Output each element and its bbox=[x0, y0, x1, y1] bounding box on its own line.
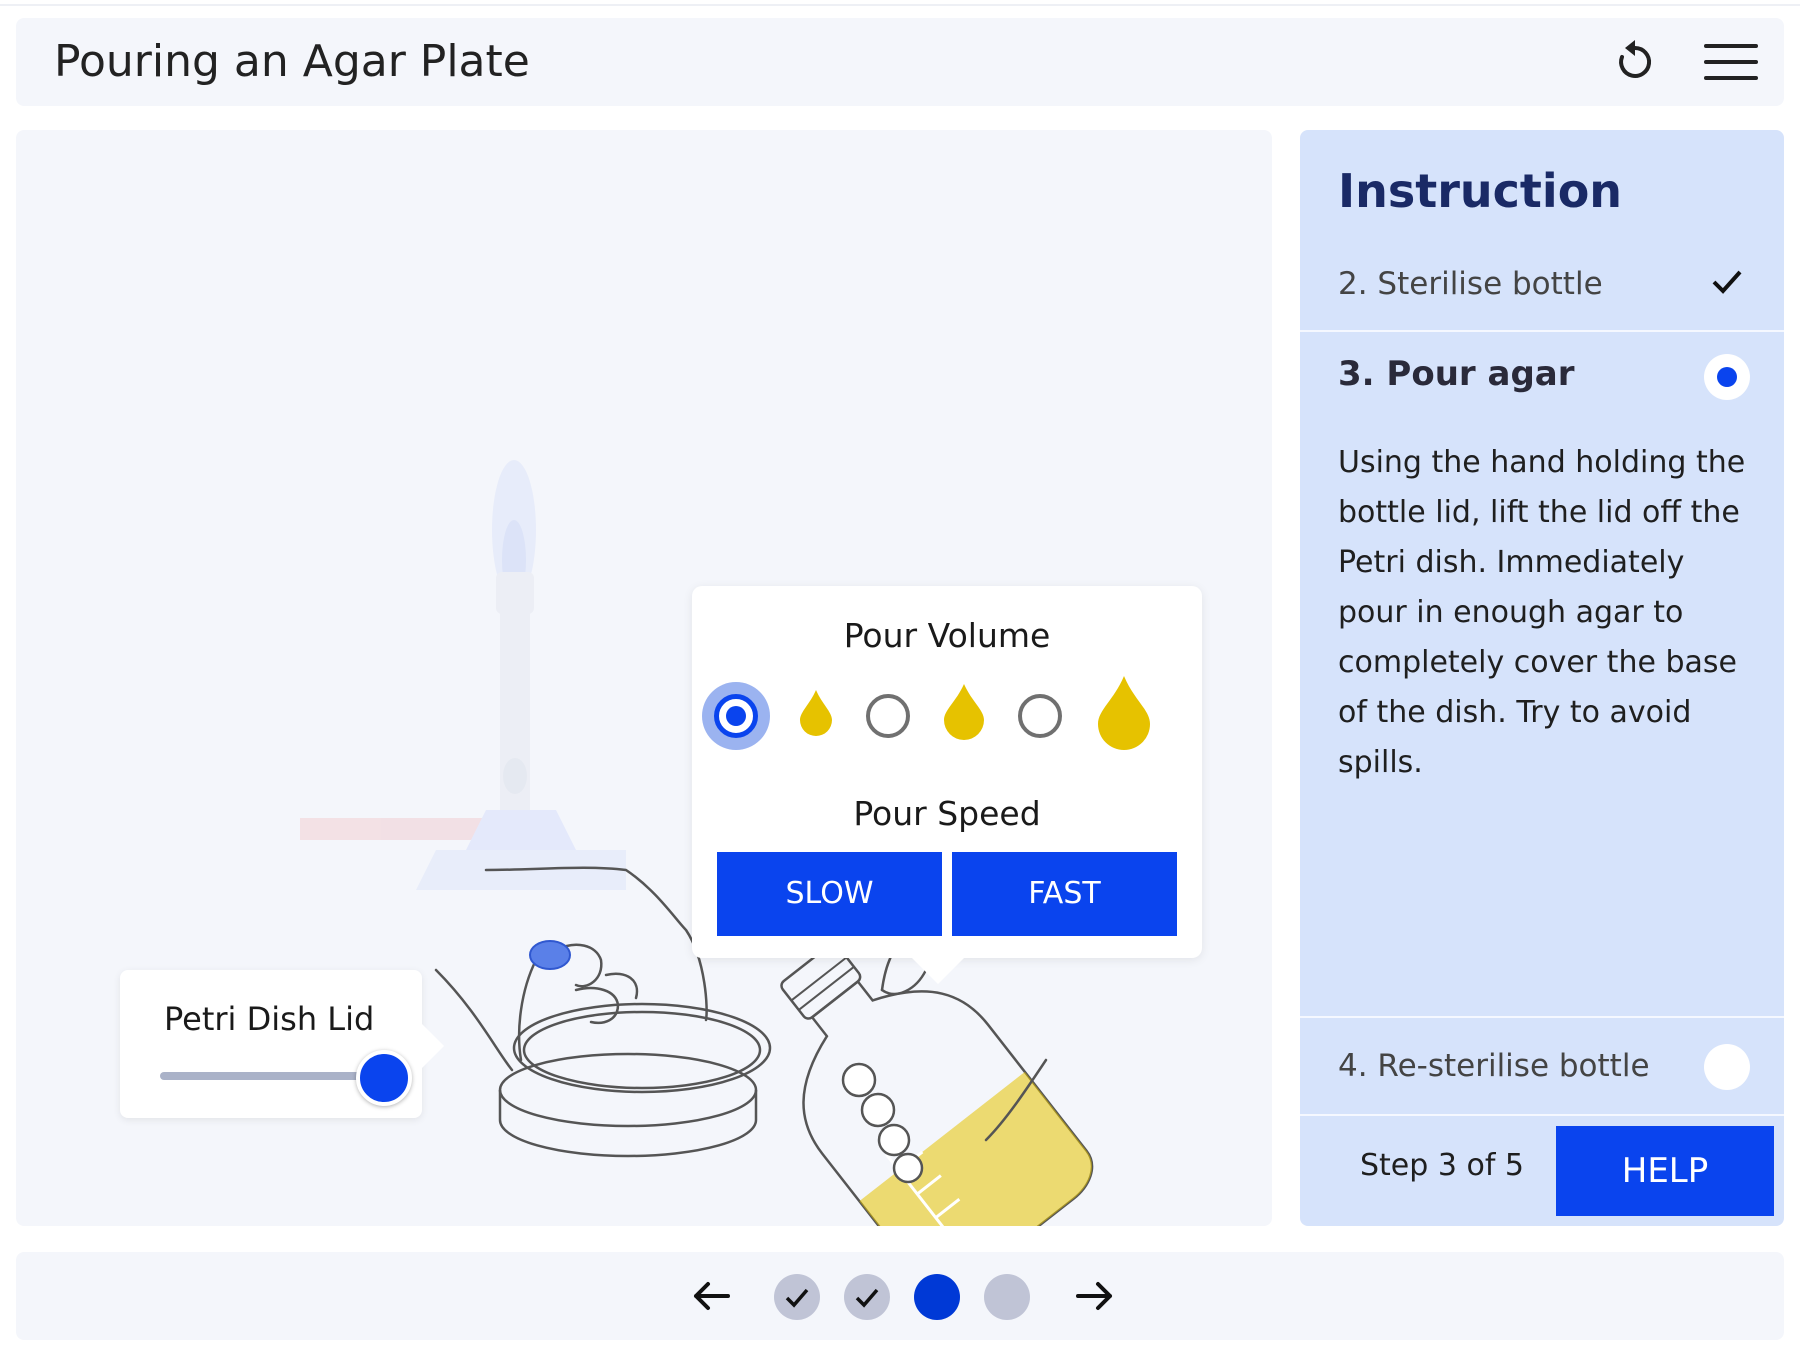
medium-drop-icon bbox=[944, 684, 984, 740]
app-header: Pouring an Agar Plate bbox=[16, 18, 1784, 106]
volume-option-large[interactable] bbox=[1010, 686, 1070, 746]
pour-speed-title: Pour Speed bbox=[853, 794, 1041, 833]
checkmark-icon bbox=[1712, 270, 1742, 294]
step-item-pour-agar[interactable]: 3. Pour agar Using the hand holding the … bbox=[1300, 334, 1784, 1016]
lid-card-pointer bbox=[422, 1024, 444, 1068]
volume-option-small[interactable] bbox=[702, 682, 770, 750]
instruction-title: Instruction bbox=[1338, 164, 1623, 218]
hamburger-menu-icon[interactable] bbox=[1704, 42, 1758, 82]
checkmark-icon bbox=[785, 1288, 809, 1308]
step-instruction-text: Using the hand holding the bottle lid, l… bbox=[1338, 445, 1746, 780]
page-dot-1[interactable] bbox=[774, 1274, 820, 1320]
step-label: 3. Pour agar bbox=[1338, 354, 1575, 394]
bunsen-burner bbox=[300, 460, 626, 890]
small-drop-icon bbox=[800, 690, 832, 736]
step-label: 4. Re-sterilise bottle bbox=[1338, 1048, 1650, 1084]
petri-dish bbox=[498, 1002, 772, 1158]
pour-settings-panel: Pour Volume Pour Speed SLOW FAST bbox=[692, 586, 1202, 984]
petri-dish-lid-label: Petri Dish Lid bbox=[164, 1000, 375, 1038]
pour-volume-title: Pour Volume bbox=[843, 616, 1051, 655]
radio-empty-icon bbox=[866, 694, 910, 738]
step-counter: Step 3 of 5 bbox=[1360, 1148, 1525, 1183]
radio-empty-icon bbox=[1018, 694, 1062, 738]
current-step-indicator-icon bbox=[1704, 354, 1750, 400]
previous-arrow-icon[interactable] bbox=[690, 1274, 734, 1318]
help-button[interactable]: HELP bbox=[1556, 1126, 1774, 1216]
restart-icon[interactable] bbox=[1611, 38, 1659, 86]
next-arrow-icon[interactable] bbox=[1072, 1274, 1116, 1318]
checkmark-icon bbox=[855, 1288, 879, 1308]
pending-step-indicator-icon bbox=[1704, 1044, 1750, 1090]
slow-button[interactable]: SLOW bbox=[717, 852, 942, 936]
step-item-sterilise-bottle[interactable]: 2. Sterilise bottle bbox=[1300, 250, 1784, 332]
page-dot-2[interactable] bbox=[844, 1274, 890, 1320]
simulation-stage: Petri Dish Lid Pour Volume Pour Speed SL… bbox=[16, 130, 1272, 1226]
pour-card-pointer bbox=[910, 956, 966, 984]
top-divider bbox=[0, 0, 1800, 6]
left-hand bbox=[434, 866, 708, 1072]
step-label: 2. Sterilise bottle bbox=[1338, 266, 1603, 302]
page-title: Pouring an Agar Plate bbox=[54, 36, 530, 87]
fast-button[interactable]: FAST bbox=[952, 852, 1177, 936]
page-dot-3[interactable] bbox=[914, 1274, 960, 1320]
page-dot-4[interactable] bbox=[984, 1274, 1030, 1320]
radio-selected-icon bbox=[702, 682, 770, 750]
volume-option-medium[interactable] bbox=[858, 686, 918, 746]
large-drop-icon bbox=[1098, 676, 1150, 750]
pagination-bar bbox=[16, 1252, 1784, 1340]
step-item-re-sterilise-bottle[interactable]: 4. Re-sterilise bottle bbox=[1300, 1016, 1784, 1116]
lid-grip-marker bbox=[529, 940, 571, 970]
petri-dish-lid-control: Petri Dish Lid bbox=[120, 970, 444, 1118]
lid-slider-handle[interactable] bbox=[356, 1050, 412, 1106]
instruction-panel: Instruction 2. Sterilise bottle 3. Pour … bbox=[1300, 130, 1784, 1226]
